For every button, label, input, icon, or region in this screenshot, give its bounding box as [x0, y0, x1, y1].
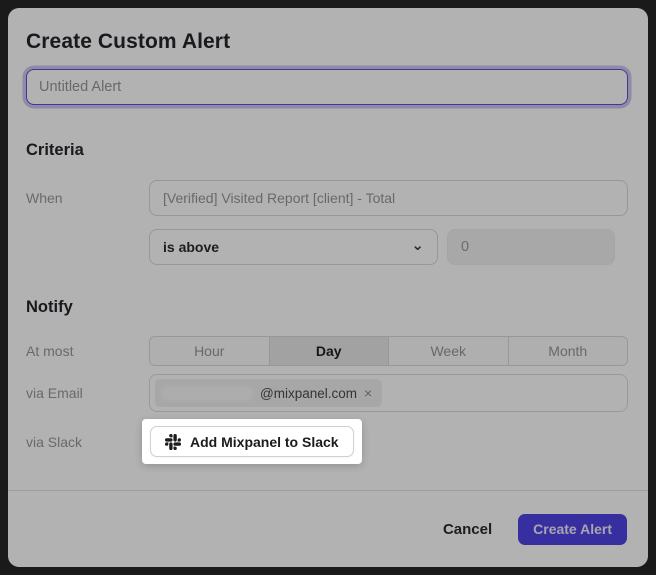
remove-email-icon[interactable]: × [364, 386, 372, 400]
cancel-button[interactable]: Cancel [443, 521, 492, 538]
modal-footer: Cancel Create Alert [8, 490, 648, 567]
condition-row: is above ⌄ 0 [26, 229, 628, 265]
redacted-email-username [161, 386, 253, 401]
condition-value: is above [163, 239, 219, 255]
criteria-heading: Criteria [26, 141, 628, 160]
create-alert-button[interactable]: Create Alert [518, 514, 627, 545]
email-chip: @mixpanel.com × [155, 379, 382, 407]
alert-name-input[interactable] [26, 69, 628, 105]
notify-heading: Notify [26, 298, 628, 317]
at-most-label: At most [26, 343, 149, 359]
chevron-down-icon: ⌄ [411, 238, 424, 253]
frequency-option-day[interactable]: Day [269, 337, 389, 365]
frequency-option-hour[interactable]: Hour [150, 337, 269, 365]
add-mixpanel-to-slack-button[interactable]: Add Mixpanel to Slack [150, 426, 354, 457]
frequency-segmented-control: Hour Day Week Month [149, 336, 628, 366]
frequency-option-month[interactable]: Month [508, 337, 628, 365]
at-most-row: At most Hour Day Week Month [26, 336, 628, 366]
via-email-row: via Email @mixpanel.com × [26, 374, 628, 412]
slack-icon [165, 434, 181, 450]
email-domain: @mixpanel.com [260, 386, 357, 401]
frequency-option-week[interactable]: Week [388, 337, 508, 365]
page-title: Create Custom Alert [26, 30, 628, 54]
via-slack-label: via Slack [26, 434, 149, 450]
via-email-label: via Email [26, 385, 149, 401]
email-recipients-field[interactable]: @mixpanel.com × [149, 374, 628, 412]
create-custom-alert-modal: Create Custom Alert Criteria When [Verif… [8, 8, 648, 567]
when-row: When [Verified] Visited Report [client] … [26, 180, 628, 216]
slack-spotlight-highlight: Add Mixpanel to Slack [142, 419, 362, 464]
metric-field[interactable]: [Verified] Visited Report [client] - Tot… [149, 180, 628, 216]
when-label: When [26, 190, 149, 206]
condition-select[interactable]: is above ⌄ [149, 229, 438, 265]
slack-button-label: Add Mixpanel to Slack [190, 434, 339, 450]
via-slack-row: via Slack Add Mixpanel to Slack [26, 419, 628, 464]
threshold-input[interactable]: 0 [447, 229, 615, 265]
